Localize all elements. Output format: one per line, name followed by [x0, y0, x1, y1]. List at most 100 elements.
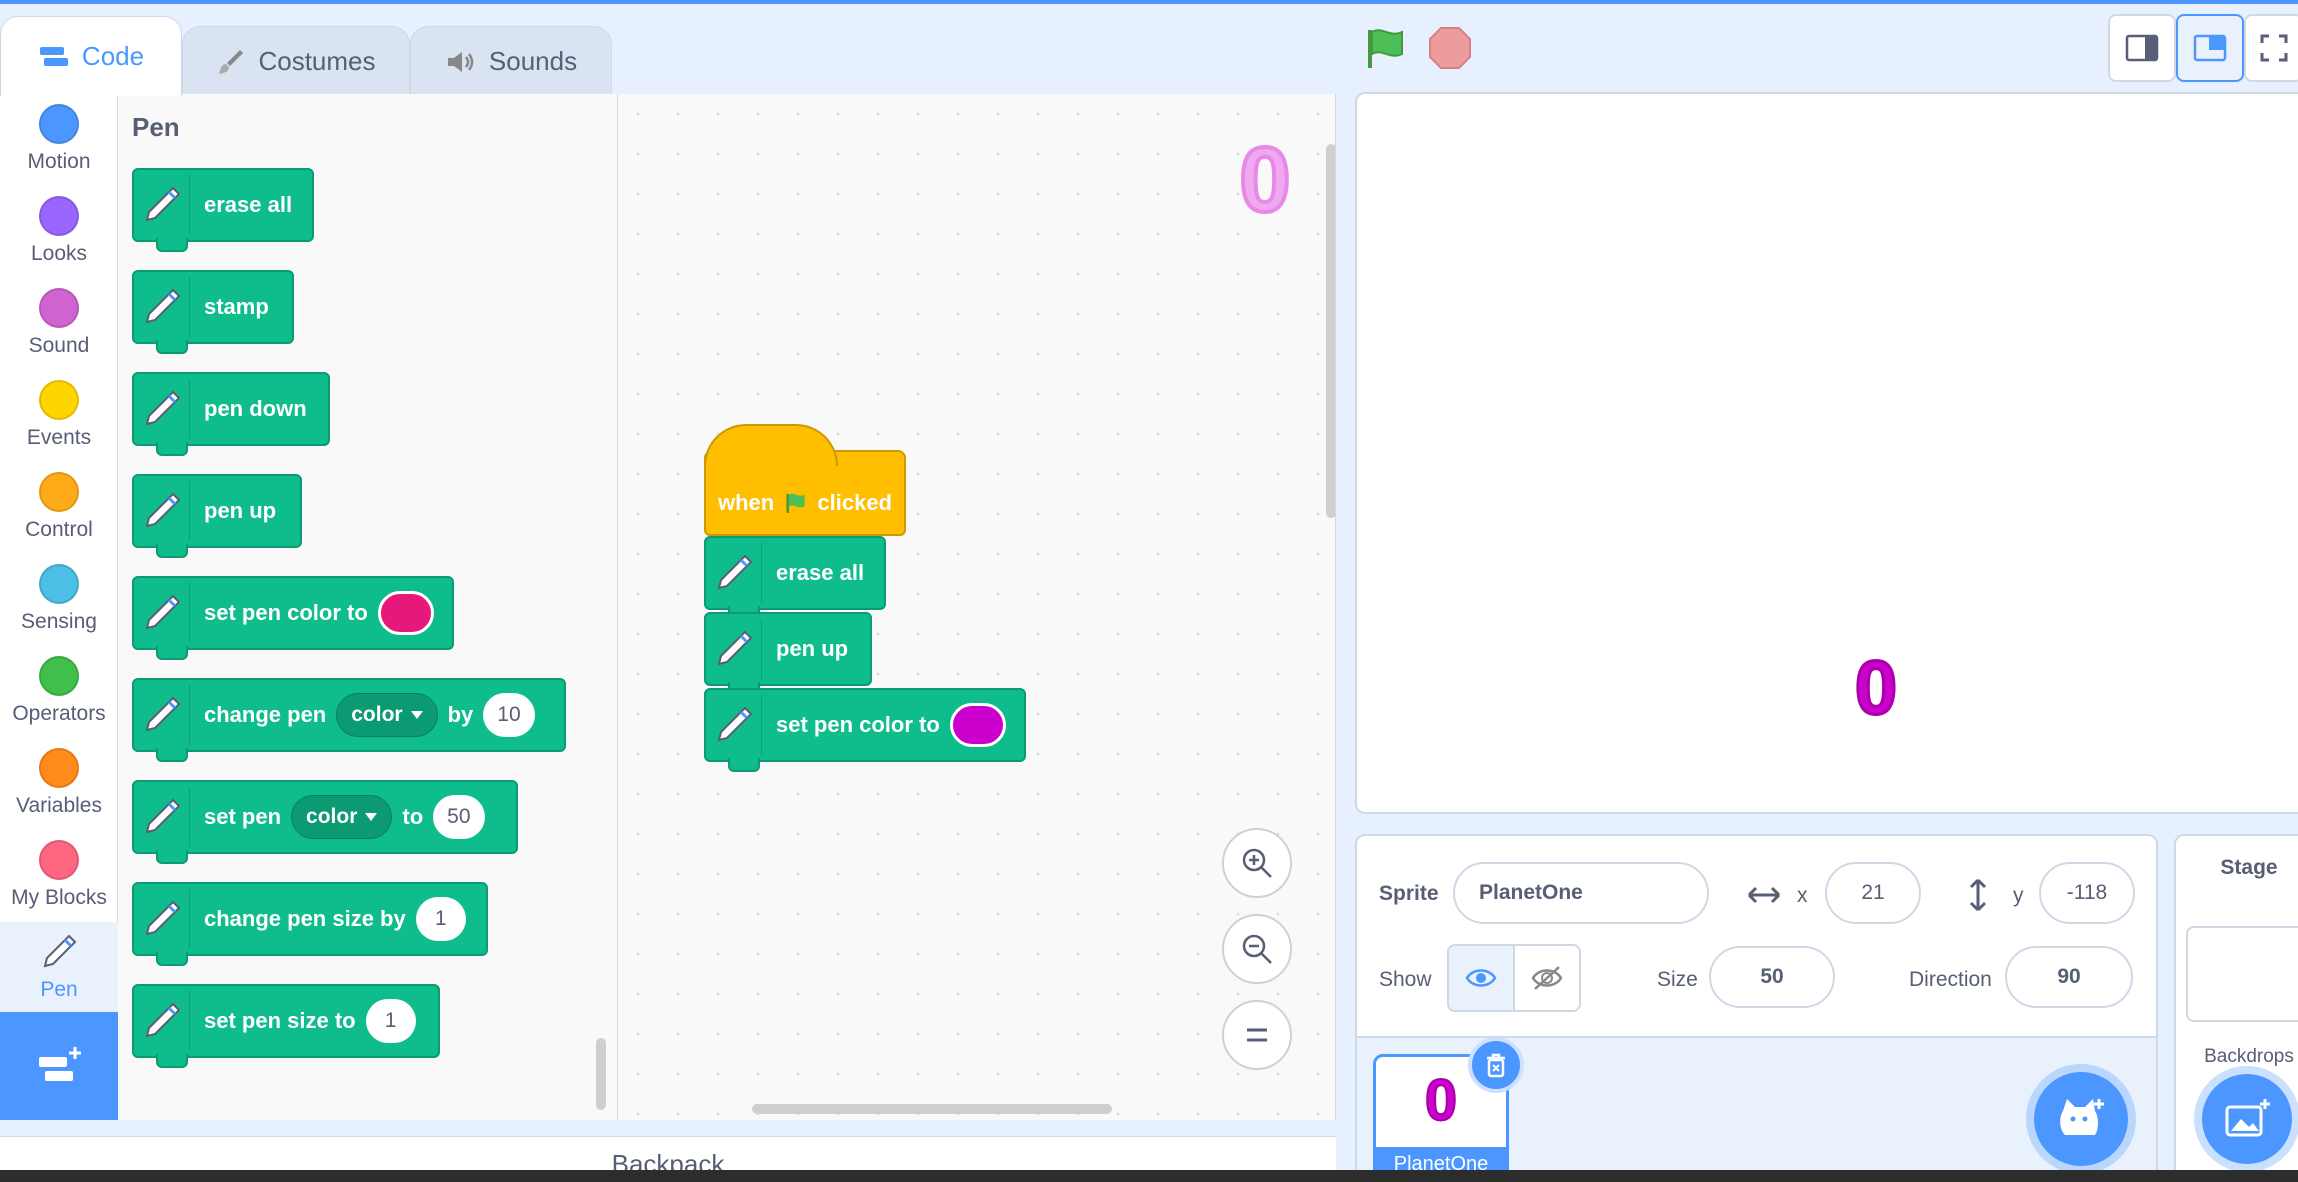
size-input[interactable]: 50: [1709, 946, 1835, 1008]
category-menu: Motion Looks Sound Events Control Sensin…: [0, 94, 118, 1120]
block-stamp[interactable]: stamp: [132, 270, 294, 354]
green-flag-button[interactable]: [1362, 24, 1410, 72]
block-label: stamp: [204, 294, 269, 319]
category-variables[interactable]: Variables: [0, 738, 118, 830]
pen-icon: [140, 481, 190, 541]
category-sensing[interactable]: Sensing: [0, 554, 118, 646]
choose-backdrop-button[interactable]: [2202, 1074, 2292, 1164]
category-looks[interactable]: Looks: [0, 186, 118, 278]
workspace-horizontal-scrollbar[interactable]: [752, 1104, 1112, 1114]
script-block-pen-up[interactable]: pen up: [704, 612, 872, 696]
param-dropdown[interactable]: color: [336, 693, 438, 737]
pen-icon: [140, 175, 190, 235]
palette-scrollbar[interactable]: [596, 1038, 606, 1110]
eye-icon: [1465, 969, 1497, 987]
number-input[interactable]: 50: [433, 795, 485, 839]
sensing-color-dot: [39, 564, 79, 604]
operators-color-dot: [39, 656, 79, 696]
category-motion[interactable]: Motion: [0, 94, 118, 186]
x-input[interactable]: 21: [1825, 862, 1921, 924]
block-label: to: [402, 804, 424, 829]
sprite-name-input[interactable]: PlanetOne: [1453, 862, 1709, 924]
show-visible-button[interactable]: [1447, 944, 1515, 1012]
stage-sprite[interactable]: 0: [1845, 645, 1907, 733]
number-input[interactable]: 10: [483, 693, 535, 737]
zoom-reset-button[interactable]: [1222, 1000, 1292, 1070]
block-change-pen-param[interactable]: change pen color by 10: [132, 678, 566, 762]
pen-icon: [712, 619, 762, 679]
block-when-flag-clicked[interactable]: when clicked: [704, 424, 906, 536]
top-accent-bar: [0, 0, 2298, 4]
pen-icon: [39, 932, 79, 972]
stop-icon: [1429, 27, 1471, 69]
dropdown-arrow-icon: [410, 711, 423, 719]
category-label: My Blocks: [11, 886, 107, 909]
zoom-in-button[interactable]: [1222, 828, 1292, 898]
zoom-out-button[interactable]: [1222, 914, 1292, 984]
workspace-vertical-scrollbar[interactable]: [1326, 144, 1335, 518]
block-pen-up[interactable]: pen up: [132, 474, 302, 558]
choose-sprite-button[interactable]: [2034, 1072, 2128, 1166]
large-stage-icon: [2193, 34, 2227, 62]
direction-input[interactable]: 90: [2005, 946, 2133, 1008]
fullscreen-button[interactable]: [2244, 14, 2298, 82]
category-label: Events: [26, 426, 92, 449]
category-my-blocks[interactable]: My Blocks: [0, 830, 118, 922]
block-label: set pen: [204, 804, 282, 829]
y-input[interactable]: -118: [2039, 862, 2135, 924]
block-erase-all[interactable]: erase all: [132, 168, 314, 252]
block-change-pen-size[interactable]: change pen size by 1: [132, 882, 488, 966]
green-flag-icon: [1368, 29, 1403, 68]
block-label: change pen size by: [204, 906, 406, 931]
block-set-pen-size[interactable]: set pen size to 1: [132, 984, 440, 1068]
tab-costumes[interactable]: Costumes: [182, 26, 410, 96]
add-extension-button[interactable]: [0, 1012, 118, 1120]
vertical-arrows-icon: [1969, 878, 1987, 912]
category-label: Motion: [27, 150, 91, 173]
category-label: Operators: [12, 702, 106, 725]
tab-sounds[interactable]: Sounds: [410, 26, 612, 96]
category-label: Control: [25, 518, 93, 541]
show-hidden-button[interactable]: [1513, 944, 1581, 1012]
small-stage-button[interactable]: [2108, 14, 2176, 82]
y-label: y: [2013, 884, 2024, 907]
pen-color-swatch[interactable]: [949, 703, 1006, 747]
pen-icon: [140, 685, 190, 745]
stage-canvas[interactable]: 0: [1355, 92, 2298, 814]
script-workspace[interactable]: 0 when clicked erase all pen up set pen …: [618, 94, 1336, 1120]
category-sound[interactable]: Sound: [0, 278, 118, 370]
category-control[interactable]: Control: [0, 462, 118, 554]
zoom-out-icon: [1242, 934, 1272, 964]
tab-code[interactable]: Code: [0, 16, 182, 96]
block-label: pen up: [776, 636, 849, 661]
my-blocks-color-dot: [39, 840, 79, 880]
category-label: Variables: [16, 794, 102, 817]
category-events[interactable]: Events: [0, 370, 118, 462]
block-pen-down[interactable]: pen down: [132, 372, 330, 456]
number-input[interactable]: 1: [415, 897, 466, 941]
number-input[interactable]: 1: [365, 999, 416, 1043]
block-label: by: [447, 702, 474, 727]
param-dropdown[interactable]: color: [291, 795, 393, 839]
block-label: erase all: [776, 560, 865, 585]
sprite-costume-indicator: 0: [1237, 128, 1292, 232]
pen-color-swatch[interactable]: [377, 591, 434, 635]
large-stage-button[interactable]: [2176, 14, 2244, 82]
control-color-dot: [39, 472, 79, 512]
block-set-pen-color[interactable]: set pen color to: [132, 576, 454, 660]
pen-icon: [712, 543, 762, 603]
pen-icon: [140, 277, 190, 337]
category-pen[interactable]: Pen: [0, 922, 118, 1014]
category-label: Pen: [40, 978, 78, 1001]
horizontal-arrows-icon: [1747, 886, 1781, 904]
stage-thumbnail[interactable]: [2186, 926, 2298, 1022]
category-operators[interactable]: Operators: [0, 646, 118, 738]
delete-sprite-button[interactable]: [1468, 1037, 1524, 1093]
script-block-erase-all[interactable]: erase all: [704, 536, 886, 620]
tab-code-label: Code: [81, 41, 145, 71]
stop-button[interactable]: [1428, 26, 1472, 70]
block-set-pen-param[interactable]: set pen color to 50: [132, 780, 518, 864]
add-extension-icon: [39, 1047, 81, 1081]
script-block-set-pen-color[interactable]: set pen color to: [704, 688, 1026, 772]
sprite-label: Sprite: [1379, 882, 1439, 905]
